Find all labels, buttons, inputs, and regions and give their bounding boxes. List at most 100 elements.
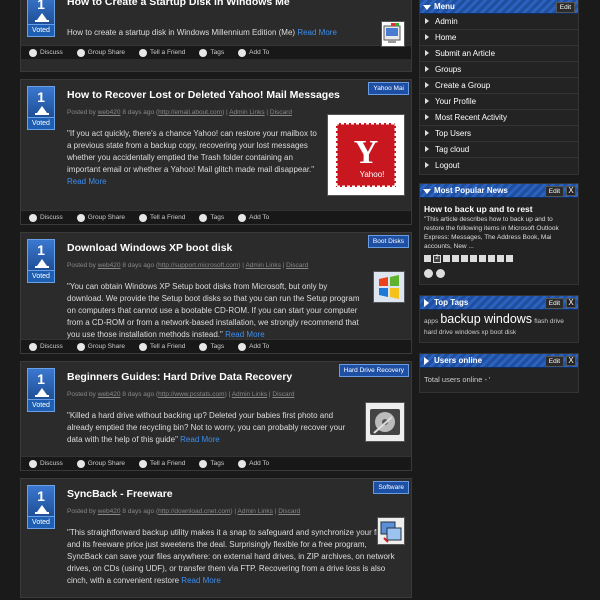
pager-dot[interactable] [506,255,513,262]
discuss-button[interactable]: Discuss [29,48,63,57]
author-link[interactable]: web420 [98,109,121,116]
source-link[interactable]: http://support.microsoft.com [158,262,238,269]
discuss-button[interactable]: Discuss [29,459,63,468]
users-online-title: Users online [434,356,483,365]
menu-item-most-recent-activity[interactable]: Most Recent Activity [420,110,578,126]
pager-dot[interactable] [443,255,450,262]
story-text: How to create a startup disk in Windows … [67,28,337,37]
tag-link[interactable]: backup windows [440,312,532,326]
tags-button[interactable]: Tags [199,459,224,468]
edit-button[interactable]: Edit [555,2,575,13]
menu-item-groups[interactable]: Groups [420,62,578,78]
discard-link[interactable]: Discard [270,109,292,116]
tell-a-friend-button[interactable]: Tell a Friend [138,213,185,222]
voted-label[interactable]: Voted [27,400,55,412]
group-share-button[interactable]: Group Share [76,459,125,468]
close-icon[interactable]: X [566,186,576,196]
admin-links[interactable]: Admin Links [238,508,273,515]
close-icon[interactable]: X [566,356,576,366]
pause-icon[interactable] [436,269,445,278]
voted-label[interactable]: Voted [27,25,55,37]
expand-arrow-icon[interactable] [424,357,429,365]
menu-item-admin[interactable]: Admin [420,14,578,30]
discuss-button[interactable]: Discuss [29,342,63,351]
edit-button[interactable]: Edit [544,186,564,197]
collapse-arrow-icon[interactable] [423,189,431,194]
source-link[interactable]: http://email.about.com [158,109,222,116]
menu-item-tag-cloud[interactable]: Tag cloud [420,142,578,158]
tell-a-friend-button[interactable]: Tell a Friend [138,48,185,57]
read-more-link[interactable]: Read More [180,435,220,444]
vote-box[interactable]: 1 Voted [27,368,55,412]
vote-box[interactable]: 1 Voted [27,239,55,283]
admin-links[interactable]: Admin Links [232,391,267,398]
pager-dot[interactable] [488,255,495,262]
menu-item-submit-article[interactable]: Submit an Article [420,46,578,62]
author-link[interactable]: web420 [98,262,121,269]
previous-icon[interactable] [424,269,433,278]
vote-box[interactable]: 1 Voted [27,86,55,130]
popular-story-title[interactable]: How to back up and to rest [420,198,578,214]
menu-item-top-users[interactable]: Top Users [420,126,578,142]
story-title[interactable]: Download Windows XP boot disk [67,241,405,255]
menu-item-logout[interactable]: Logout [420,158,578,174]
group-share-button[interactable]: Group Share [76,48,125,57]
add-to-button[interactable]: Add To [238,342,269,351]
pager-dot-current[interactable]: 2 [433,255,441,263]
expand-arrow-icon[interactable] [424,299,429,307]
menu-item-your-profile[interactable]: Your Profile [420,94,578,110]
source-link[interactable]: http://download.cnet.com [158,508,230,515]
voted-label[interactable]: Voted [27,517,55,529]
discard-link[interactable]: Discard [286,262,308,269]
menu-item-home[interactable]: Home [420,30,578,46]
author-link[interactable]: web420 [98,391,121,398]
author-link[interactable]: web420 [98,508,121,515]
vote-box[interactable]: 1 Voted [27,485,55,529]
tag-link[interactable]: apps [424,318,438,325]
tag-link[interactable]: flash drive [534,318,564,325]
tags-button[interactable]: Tags [199,342,224,351]
pager-dot[interactable] [497,255,504,262]
tell-a-friend-button[interactable]: Tell a Friend [138,459,185,468]
tags-button[interactable]: Tags [199,48,224,57]
discard-link[interactable]: Discard [278,508,300,515]
add-to-button[interactable]: Add To [238,48,269,57]
admin-links[interactable]: Admin Links [245,262,280,269]
edit-button[interactable]: Edit [544,356,564,367]
tell-a-friend-button[interactable]: Tell a Friend [138,342,185,351]
pager-dot[interactable] [424,255,431,262]
tags-button[interactable]: Tags [199,213,224,222]
story-title[interactable]: Beginners Guides: Hard Drive Data Recove… [67,370,405,384]
pager-dot[interactable] [452,255,459,262]
voted-label[interactable]: Voted [27,271,55,283]
discard-link[interactable]: Discard [272,391,294,398]
pager-dot[interactable] [461,255,468,262]
collapse-arrow-icon[interactable] [423,5,431,10]
close-icon[interactable]: X [566,298,576,308]
add-to-button[interactable]: Add To [238,459,269,468]
source-link[interactable]: http://www.pcstats.com [158,391,224,398]
voted-label[interactable]: Voted [27,118,55,130]
group-share-button[interactable]: Group Share [76,213,125,222]
story-text: "Killed a hard drive without backing up?… [67,411,346,444]
read-more-link[interactable]: Read More [297,28,337,37]
menu-panel-header: Menu Edit [420,0,578,14]
discuss-button[interactable]: Discuss [29,213,63,222]
admin-links[interactable]: Admin Links [229,109,264,116]
bullet-arrow-icon [425,34,429,40]
tag-link[interactable]: hard drive windows xp boot disk [424,329,516,336]
read-more-link[interactable]: Read More [225,330,265,339]
vote-box[interactable]: 1 Voted [27,0,55,37]
read-more-link[interactable]: Read More [67,177,107,186]
pager-dot[interactable] [470,255,477,262]
story-title[interactable]: How to Recover Lost or Deleted Yahoo! Ma… [67,88,405,102]
menu-list: Admin Home Submit an Article Groups Crea… [420,14,578,174]
story-title[interactable]: How to Create a Startup Disk in Windows … [67,0,405,9]
menu-item-create-group[interactable]: Create a Group [420,78,578,94]
add-to-button[interactable]: Add To [238,213,269,222]
group-share-button[interactable]: Group Share [76,342,125,351]
edit-button[interactable]: Edit [544,298,564,309]
read-more-link[interactable]: Read More [181,576,221,585]
story-title[interactable]: SyncBack - Freeware [67,487,405,501]
pager-dot[interactable] [479,255,486,262]
